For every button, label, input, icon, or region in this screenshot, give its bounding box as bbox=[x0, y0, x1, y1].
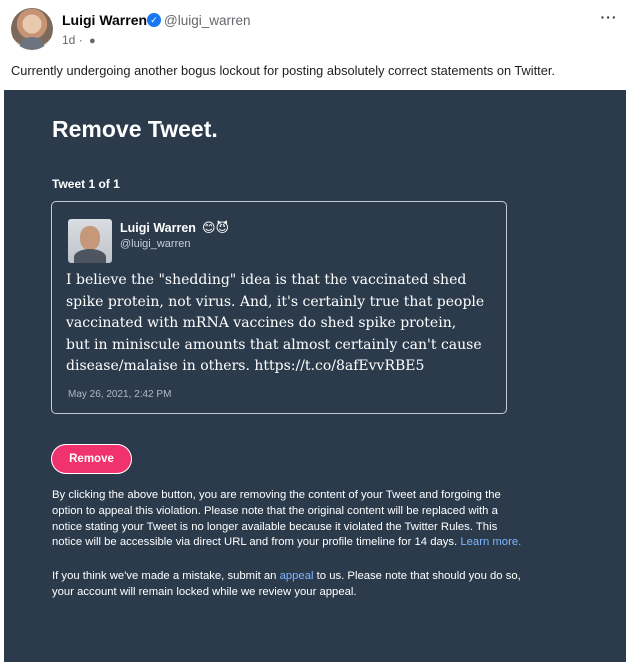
tweet-author-avatar bbox=[68, 219, 112, 263]
appeal-text-after: to us. Please note that should you do so… bbox=[316, 570, 521, 582]
tweet-author-name: Luigi Warren bbox=[120, 221, 196, 235]
tweet-text-line: vaccinated with mRNA vaccines do shed sp… bbox=[66, 315, 457, 331]
tweet-author-emoji: 😊😈 bbox=[202, 220, 230, 235]
tweet-count: Tweet 1 of 1 bbox=[52, 177, 120, 191]
appeal-line: If you think we've made a mistake, submi… bbox=[52, 569, 521, 585]
explanation-line: option to appeal this violation. Please … bbox=[52, 504, 498, 517]
appeal-line-2: your account will remain locked while we… bbox=[52, 585, 357, 598]
post-meta: 1d · ● bbox=[62, 33, 96, 47]
appeal-notice: If you think we've made a mistake, submi… bbox=[52, 569, 521, 601]
explanation-line: notice stating your Tweet is no longer a… bbox=[52, 520, 498, 533]
more-options-button[interactable]: ··· bbox=[597, 10, 621, 28]
post-caption: Currently undergoing another bogus locko… bbox=[11, 63, 555, 78]
tweet-date: May 26, 2021, 2:42 PM bbox=[68, 389, 172, 400]
tweet-text-line: spike protein, not virus. And, it's cert… bbox=[66, 293, 485, 310]
learn-more-link[interactable]: Learn more. bbox=[460, 536, 521, 548]
tweet-text-line: but in miniscule amounts that almost cer… bbox=[66, 336, 482, 353]
appeal-text-before: If you think we've made a mistake, submi… bbox=[52, 570, 277, 582]
author-name[interactable]: Luigi Warren bbox=[62, 12, 147, 28]
tweet-text-line: disease/malaise in others. https://t.co/… bbox=[66, 358, 425, 374]
post-header: Luigi Warren ✓ @luigi_warren 1d · ● ··· … bbox=[0, 0, 626, 90]
tweet-text: I believe the "shedding" idea is that th… bbox=[66, 270, 496, 378]
explanation-line: By clicking the above button, you are re… bbox=[52, 489, 501, 501]
explanation-line-text: notice will be accessible via direct URL… bbox=[52, 536, 458, 549]
explanation-last-line: notice will be accessible via direct URL… bbox=[52, 535, 521, 551]
public-globe-icon: ● bbox=[89, 35, 96, 47]
tweet-text-line: I believe the "shedding" idea is that th… bbox=[66, 272, 467, 288]
removal-explanation: By clicking the above button, you are re… bbox=[52, 488, 521, 551]
meta-separator: · bbox=[78, 33, 83, 47]
tweet-author-handle: @luigi_warren bbox=[120, 238, 191, 250]
notice-title: Remove Tweet. bbox=[52, 116, 218, 142]
author-handle: @luigi_warren bbox=[164, 13, 251, 28]
appeal-link[interactable]: appeal bbox=[280, 570, 314, 582]
twitter-removal-notice: Remove Tweet. Tweet 1 of 1 Luigi Warren … bbox=[4, 90, 626, 662]
author-avatar[interactable] bbox=[11, 8, 53, 50]
embedded-tweet-card: Luigi Warren 😊😈 @luigi_warren I believe … bbox=[51, 201, 507, 414]
verified-badge-icon: ✓ bbox=[147, 13, 161, 27]
post-age[interactable]: 1d bbox=[62, 33, 75, 47]
remove-button[interactable]: Remove bbox=[51, 444, 132, 474]
